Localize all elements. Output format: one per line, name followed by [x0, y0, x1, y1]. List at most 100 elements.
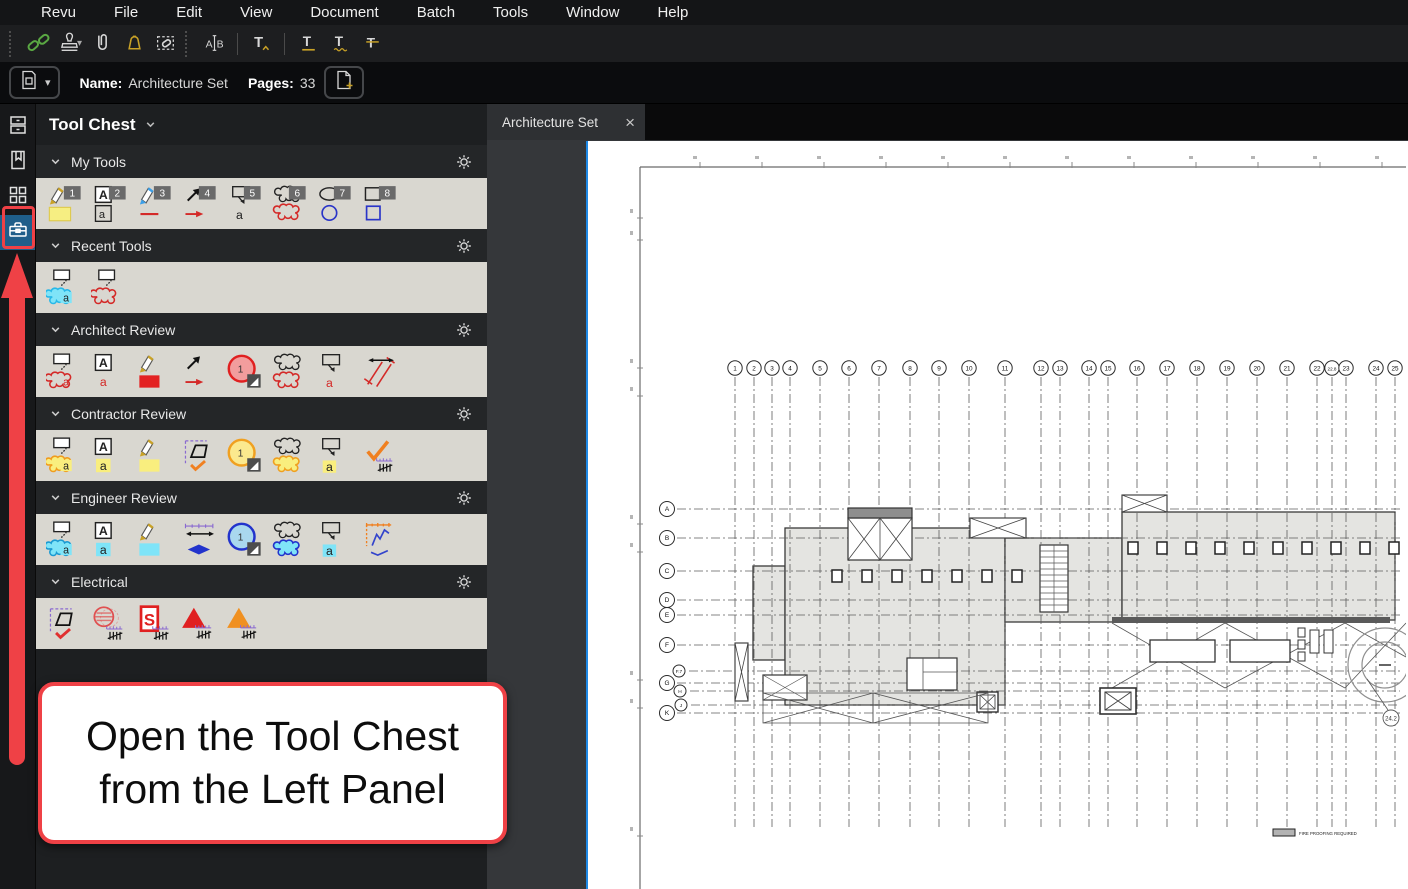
menu-tools[interactable]: Tools	[474, 0, 547, 25]
tool-cloud-callout[interactable]: a	[45, 349, 85, 395]
pdf-page[interactable]: FIRE PROOFING REQUIRED24.212345678910111…	[586, 141, 1408, 889]
tool-text-box-2[interactable]: Aa2	[90, 181, 130, 227]
chevron-down-icon[interactable]	[50, 574, 61, 590]
section-settings-gear-icon[interactable]	[456, 574, 472, 590]
menu-edit[interactable]: Edit	[157, 0, 221, 25]
tool-cloud-callout[interactable]: a	[45, 517, 85, 563]
tool-text-box[interactable]: Aa	[90, 517, 130, 563]
tool-sequence[interactable]: 1	[225, 517, 265, 563]
menu-batch[interactable]: Batch	[398, 0, 474, 25]
tool-cloud-callout[interactable]: a	[45, 433, 85, 479]
section-settings-gear-icon[interactable]	[456, 406, 472, 422]
close-icon[interactable]: ×	[625, 114, 635, 131]
chevron-down-icon[interactable]	[50, 322, 61, 338]
chevron-down-icon[interactable]	[50, 154, 61, 170]
tool-pen-3[interactable]: 3	[135, 181, 175, 227]
menu-window[interactable]: Window	[547, 0, 638, 25]
tool-polyline[interactable]	[360, 517, 400, 563]
section-settings-gear-icon[interactable]	[456, 322, 472, 338]
tool-text-box[interactable]: Aa	[90, 349, 130, 395]
menu-help[interactable]: Help	[638, 0, 707, 25]
bell-icon[interactable]	[118, 29, 150, 59]
tool-count-triangle[interactable]	[225, 601, 265, 647]
svg-text:B: B	[665, 535, 669, 542]
tool-highlighter[interactable]	[135, 349, 175, 395]
tool-area-measure[interactable]	[180, 433, 220, 479]
page-thumbnail-button[interactable]: ▾	[9, 66, 60, 99]
tool-cloud-callout[interactable]	[90, 265, 130, 311]
snapshot-link-icon[interactable]	[150, 29, 182, 59]
svg-text:G: G	[664, 680, 669, 687]
svg-text:24: 24	[1372, 365, 1380, 372]
tool-cloud-6[interactable]: 6	[270, 181, 310, 227]
svg-text:18: 18	[1193, 365, 1201, 372]
section-header-my-tools[interactable]: My Tools	[36, 145, 487, 178]
chevron-down-icon[interactable]	[50, 406, 61, 422]
tool-dimension[interactable]	[360, 349, 400, 395]
tool-highlighter[interactable]	[135, 517, 175, 563]
tool-length[interactable]	[180, 517, 220, 563]
tool-cloud[interactable]	[270, 349, 310, 395]
tool-sequence[interactable]: 1	[225, 433, 265, 479]
tool-cloud[interactable]	[270, 433, 310, 479]
tool-callout[interactable]: a	[315, 517, 355, 563]
section-settings-gear-icon[interactable]	[456, 490, 472, 506]
tab-architecture-set[interactable]: Architecture Set ×	[487, 104, 645, 140]
section-header-contractor-review[interactable]: Contractor Review	[36, 397, 487, 430]
underline-text-icon[interactable]: T	[292, 29, 324, 59]
tool-arrow-4[interactable]: 4	[180, 181, 220, 227]
section-settings-gear-icon[interactable]	[456, 238, 472, 254]
section-header-architect-review[interactable]: Architect Review	[36, 313, 487, 346]
svg-text:8: 8	[908, 365, 912, 372]
compare-ab-icon[interactable]: AB	[198, 29, 230, 59]
drawing-viewport[interactable]: FIRE PROOFING REQUIRED24.212345678910111…	[487, 140, 1408, 889]
tool-measure-check[interactable]	[360, 433, 400, 479]
tool-text-box[interactable]: Aa	[90, 433, 130, 479]
toolbar-separator	[237, 33, 238, 55]
tool-ellipse-7[interactable]: 7	[315, 181, 355, 227]
hyperlink-icon[interactable]	[22, 29, 54, 59]
chevron-down-icon[interactable]	[50, 490, 61, 506]
tool-cloud-callout[interactable]: a	[45, 265, 85, 311]
tool-sequence[interactable]: 1	[225, 349, 265, 395]
insert-text-icon[interactable]: T	[245, 29, 277, 59]
toolbar-drag-handle[interactable]	[185, 31, 191, 57]
tool-callout[interactable]: a	[315, 349, 355, 395]
section-settings-gear-icon[interactable]	[456, 154, 472, 170]
section-header-engineer-review[interactable]: Engineer Review	[36, 481, 487, 514]
section-header-recent-tools[interactable]: Recent Tools	[36, 229, 487, 262]
tool-highlighter[interactable]	[135, 433, 175, 479]
section-label: Electrical	[71, 574, 128, 590]
stamp-icon[interactable]: ▾	[54, 29, 86, 59]
tool-arrow[interactable]	[180, 349, 220, 395]
sidebar-item-bookmarks[interactable]	[0, 145, 35, 180]
tool-chest-title: Tool Chest	[49, 115, 136, 135]
tool-count-triangle[interactable]	[180, 601, 220, 647]
tool-chest-header[interactable]: Tool Chest	[36, 104, 487, 145]
strikethrough-text-icon[interactable]: T	[356, 29, 388, 59]
tool-callout[interactable]: a	[315, 433, 355, 479]
tool-rectangle-8[interactable]: 8	[360, 181, 400, 227]
squiggly-underline-text-icon[interactable]: T	[324, 29, 356, 59]
svg-text:T: T	[366, 36, 375, 51]
svg-text:22: 22	[1313, 365, 1321, 372]
sidebar-item-file-access[interactable]	[0, 110, 35, 145]
tool-cloud[interactable]	[270, 517, 310, 563]
menu-file[interactable]: File	[95, 0, 157, 25]
toolbar-drag-handle[interactable]	[9, 31, 15, 57]
section-header-electrical[interactable]: Electrical	[36, 565, 487, 598]
menu-document[interactable]: Document	[291, 0, 397, 25]
add-page-button[interactable]	[324, 66, 364, 99]
tool-highlighter-1[interactable]: 1	[45, 181, 85, 227]
tool-callout-5[interactable]: a5	[225, 181, 265, 227]
tool-count-s[interactable]: S	[135, 601, 175, 647]
chevron-down-icon[interactable]	[50, 238, 61, 254]
menu-revu[interactable]: Revu	[22, 0, 95, 25]
tool-area-measure[interactable]	[45, 601, 85, 647]
svg-text:K: K	[665, 710, 670, 717]
tool-count-circle[interactable]	[90, 601, 130, 647]
attachment-icon[interactable]	[86, 29, 118, 59]
svg-text:21: 21	[1283, 365, 1291, 372]
svg-text:25: 25	[1391, 365, 1399, 372]
menu-view[interactable]: View	[221, 0, 291, 25]
